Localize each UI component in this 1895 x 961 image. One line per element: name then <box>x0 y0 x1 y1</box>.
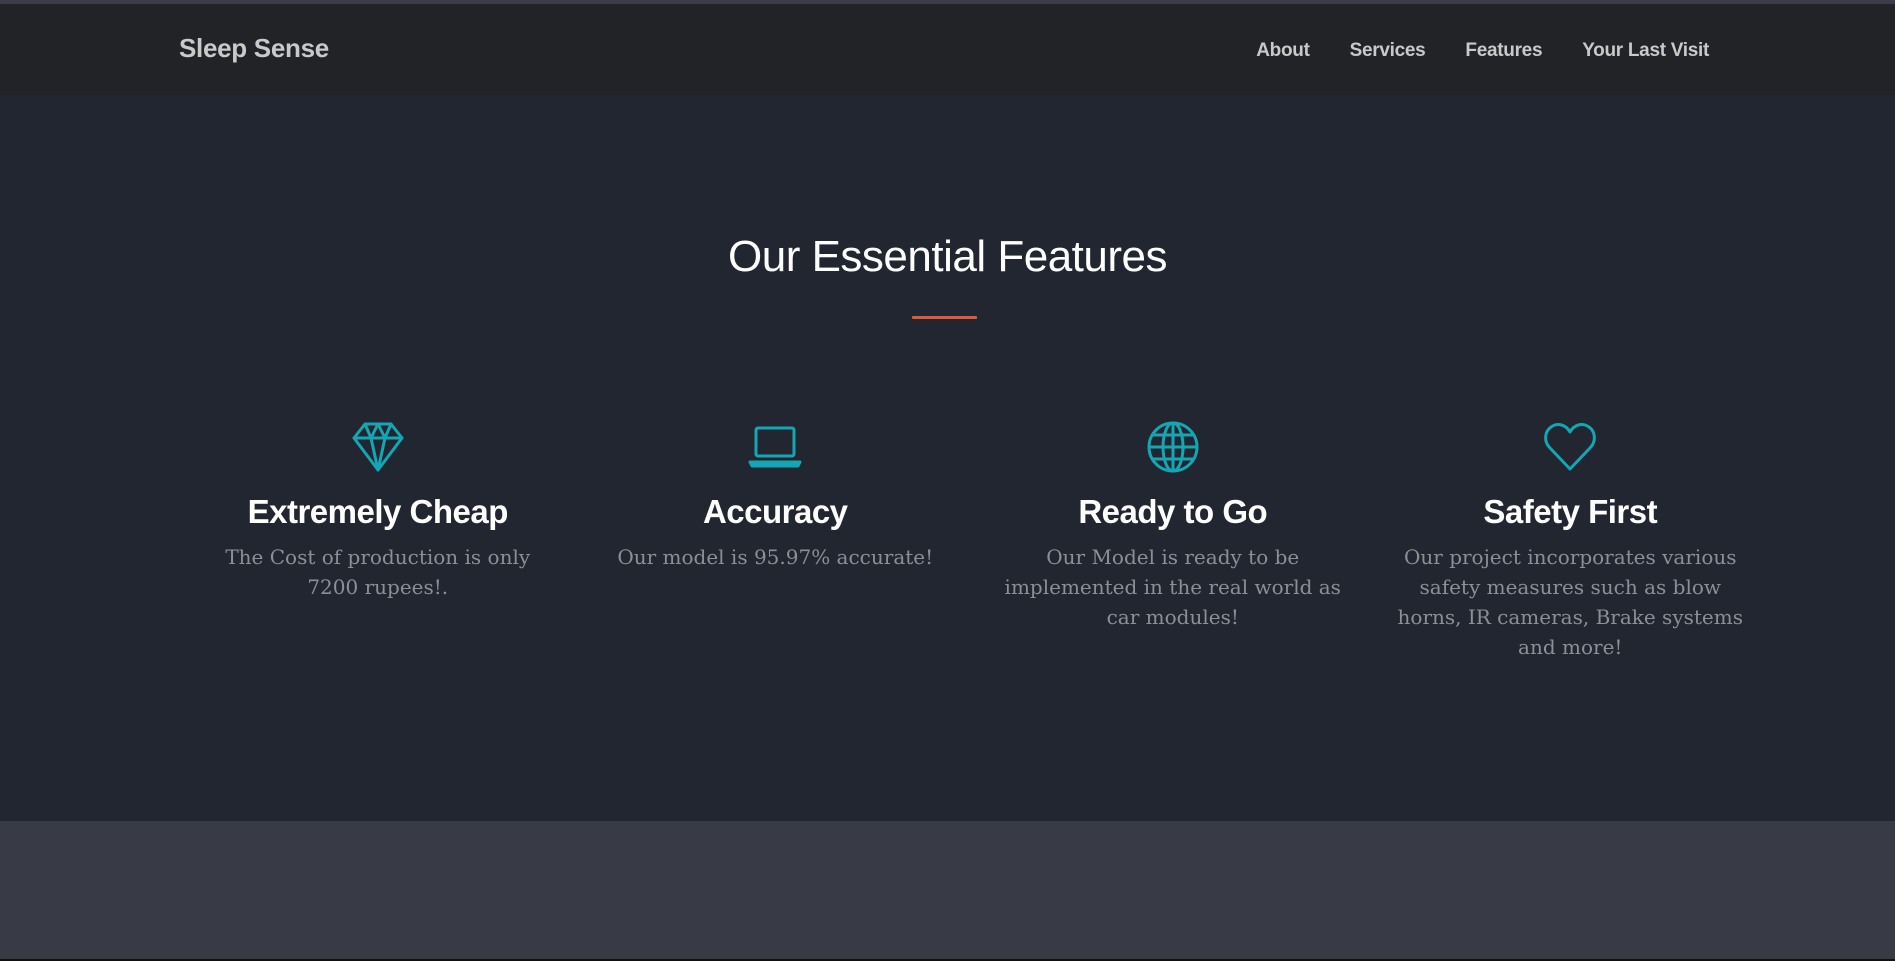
feature-text: Our project incorporates various safety … <box>1397 545 1743 659</box>
nav-links: About Services Features Your Last Visit <box>1256 40 1709 62</box>
feature-text: Our model is 95.97% accurate! <box>617 545 934 569</box>
features-grid: Extremely Cheap The Cost of production i… <box>179 420 1769 662</box>
feature-text: The Cost of production is only 7200 rupe… <box>225 545 531 599</box>
laptop-icon <box>748 426 802 468</box>
nav-link-about[interactable]: About <box>1256 40 1310 62</box>
feature-card-safety: Safety First Our project incorporates va… <box>1372 420 1770 662</box>
feature-text: Our Model is ready to be implemented in … <box>1004 545 1341 629</box>
feature-card-ready: Ready to Go Our Model is ready to be imp… <box>974 420 1372 662</box>
section-title: Our Essential Features <box>728 232 1167 281</box>
heart-icon <box>1544 423 1597 471</box>
nav-link-services[interactable]: Services <box>1350 40 1426 62</box>
title-divider <box>912 316 977 319</box>
diamond-icon <box>352 422 404 472</box>
features-section: Our Essential Features Extremely Cheap T… <box>0 95 1895 821</box>
feature-card-accuracy: Accuracy Our model is 95.97% accurate! <box>577 420 975 662</box>
globe-icon <box>1147 421 1199 473</box>
feature-title: Accuracy <box>702 493 848 530</box>
feature-card-cheap: Extremely Cheap The Cost of production i… <box>179 420 577 662</box>
navbar: Sleep Sense About Services Features Your… <box>0 4 1895 95</box>
feature-title: Safety First <box>1483 493 1658 530</box>
nav-link-features[interactable]: Features <box>1465 40 1542 62</box>
brand-logo-link[interactable]: Sleep Sense <box>179 33 329 64</box>
footer <box>0 821 1895 961</box>
feature-title: Extremely Cheap <box>247 493 509 530</box>
page: Sleep Sense About Services Features Your… <box>0 0 1895 961</box>
feature-title: Ready to Go <box>1078 493 1268 530</box>
nav-link-your-last-visit[interactable]: Your Last Visit <box>1582 40 1709 62</box>
